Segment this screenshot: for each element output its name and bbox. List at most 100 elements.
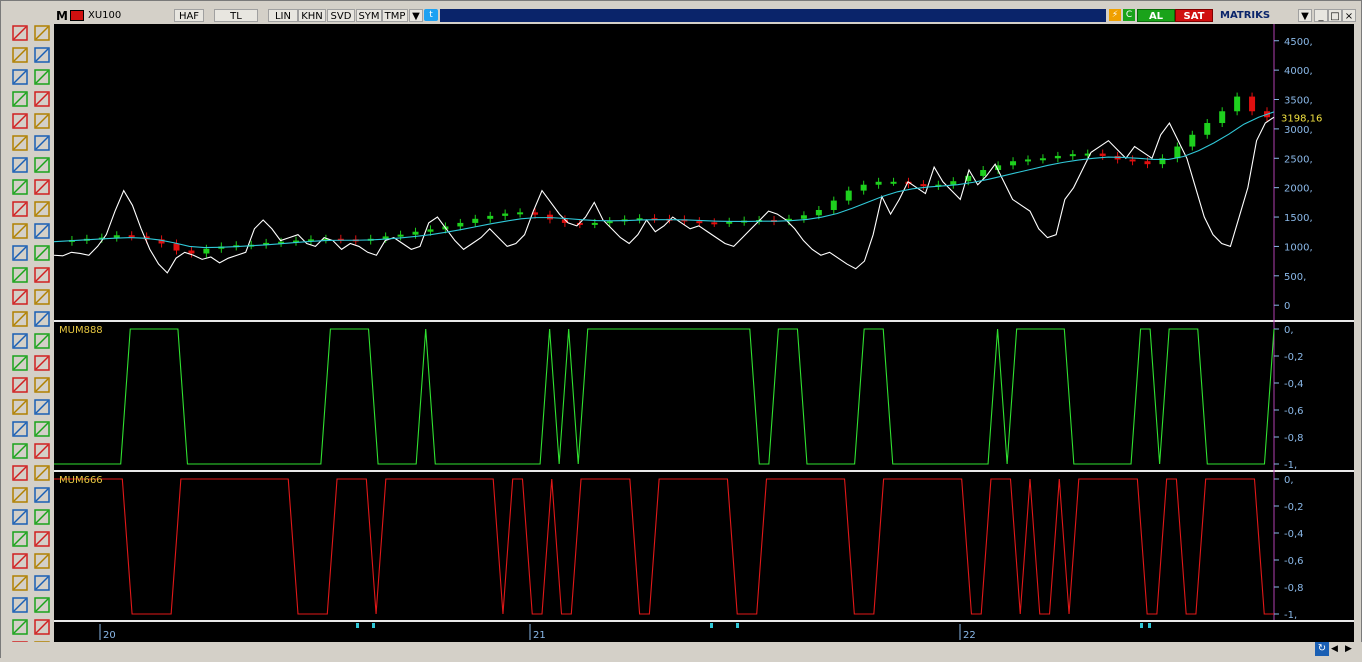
down-icon[interactable]: [11, 420, 29, 438]
fan-icon[interactable]: [33, 442, 51, 460]
candle: [1069, 154, 1076, 157]
zoom-fit-icon[interactable]: [11, 310, 29, 328]
candle: [502, 213, 509, 216]
btn-tmp[interactable]: TMP: [382, 9, 408, 22]
chart-area[interactable]: 4500, 4000, 3500, 3000, 2500, 2000, 1500, 1000,…: [53, 24, 1354, 642]
logo-m-icon: M: [56, 9, 68, 23]
arrow-icon[interactable]: [33, 156, 51, 174]
close-button[interactable]: ×: [1342, 9, 1356, 22]
y-tick-label: -0,8: [1284, 433, 1304, 444]
cursor-icon[interactable]: [33, 46, 51, 64]
left-arrow-icon[interactable]: [11, 354, 29, 372]
zoom-out-icon[interactable]: [11, 464, 29, 482]
grid-icon[interactable]: [33, 398, 51, 416]
cross-icon[interactable]: [11, 222, 29, 240]
btn-tl[interactable]: TL: [214, 9, 258, 22]
symbol-label[interactable]: XU100: [88, 9, 121, 23]
panel-separator: [54, 320, 1354, 322]
pitchfork-icon[interactable]: [33, 112, 51, 130]
buy-button[interactable]: AL: [1137, 9, 1175, 22]
horizontal-icon[interactable]: [33, 266, 51, 284]
btn-lin[interactable]: LIN: [268, 9, 298, 22]
grid2-icon[interactable]: [33, 420, 51, 438]
zoom-in-icon[interactable]: [11, 442, 29, 460]
magnet-icon[interactable]: [11, 530, 29, 548]
y-tick-label: -0,4: [1284, 379, 1304, 390]
blank3-icon[interactable]: [11, 596, 29, 614]
blank4-icon[interactable]: [11, 618, 29, 636]
blank2-icon[interactable]: [11, 574, 29, 592]
btn-haf[interactable]: HAF: [174, 9, 204, 22]
marker-icon[interactable]: [11, 178, 29, 196]
multiply-icon[interactable]: [11, 332, 29, 350]
candle: [457, 222, 464, 227]
y-tick-label: -0,6: [1284, 406, 1304, 417]
candle: [487, 215, 494, 219]
status-bar: ↻ ◀ ▶: [1, 642, 1362, 659]
candle: [1249, 96, 1256, 112]
crosshair-icon[interactable]: [33, 68, 51, 86]
dropdown-arrow-icon[interactable]: ▼: [409, 9, 423, 22]
bars-icon[interactable]: [11, 68, 29, 86]
flash-icon[interactable]: ⚡: [1109, 9, 1121, 21]
sell-button[interactable]: SAT: [1175, 9, 1213, 22]
brand-label: MATRIKS: [1220, 10, 1271, 21]
move-icon[interactable]: [33, 200, 51, 218]
text-icon[interactable]: [11, 156, 29, 174]
btn-khn[interactable]: KHN: [298, 9, 326, 22]
y-tick-label: -0,2: [1284, 502, 1304, 513]
chart-icon[interactable]: [11, 486, 29, 504]
pattern-icon[interactable]: [11, 24, 29, 42]
expand-icon[interactable]: [11, 244, 29, 262]
vertical-line-icon[interactable]: [33, 244, 51, 262]
lock-icon[interactable]: [33, 24, 51, 42]
candle: [696, 221, 703, 224]
candle: [472, 218, 479, 223]
list-icon[interactable]: [11, 46, 29, 64]
resize-icon[interactable]: [11, 266, 29, 284]
angle-icon[interactable]: [33, 596, 51, 614]
minimize-button[interactable]: _: [1314, 9, 1328, 22]
y-tick-label: 4500,: [1284, 37, 1313, 48]
grid4-icon[interactable]: [33, 530, 51, 548]
x-tick-label: 20: [103, 630, 116, 641]
up-icon[interactable]: [11, 398, 29, 416]
triangle-icon[interactable]: [11, 508, 29, 526]
bell-icon[interactable]: [11, 200, 29, 218]
hatch-icon[interactable]: [33, 354, 51, 372]
collapse-icon[interactable]: [11, 288, 29, 306]
refresh-icon[interactable]: C: [1123, 9, 1135, 21]
btn-svd[interactable]: SVD: [327, 9, 355, 22]
pencil-icon[interactable]: [33, 90, 51, 108]
trendline-icon[interactable]: [11, 90, 29, 108]
maximize-button[interactable]: □: [1328, 9, 1342, 22]
up-arrow-icon[interactable]: [33, 178, 51, 196]
y-tick-label: 3500,: [1284, 96, 1313, 107]
blank-icon[interactable]: [11, 552, 29, 570]
channel-icon[interactable]: [11, 134, 29, 152]
twitter-icon[interactable]: t: [424, 9, 438, 21]
minus-icon[interactable]: [33, 222, 51, 240]
candle: [591, 222, 598, 225]
fibonacci-icon[interactable]: [11, 112, 29, 130]
scroll-right-button[interactable]: ◀: [1331, 644, 1338, 654]
bracket-icon[interactable]: [33, 288, 51, 306]
ruler-icon[interactable]: [33, 134, 51, 152]
wave-icon[interactable]: [33, 552, 51, 570]
sync-icon[interactable]: ↻: [1315, 642, 1329, 656]
grid3-icon[interactable]: [33, 508, 51, 526]
dots-icon[interactable]: [33, 332, 51, 350]
wave2-icon[interactable]: [33, 574, 51, 592]
candle: [860, 184, 867, 191]
fan2-icon[interactable]: [33, 618, 51, 636]
y-tick-label: -0,8: [1284, 583, 1304, 594]
diagonal-icon[interactable]: [33, 310, 51, 328]
candle: [1039, 158, 1046, 161]
right-arrow-icon[interactable]: [11, 376, 29, 394]
columns-icon[interactable]: [33, 464, 51, 482]
window-dropdown-button[interactable]: ▼: [1298, 9, 1312, 22]
scroll-left-button[interactable]: ▶: [1345, 644, 1352, 654]
paint-icon[interactable]: [33, 376, 51, 394]
scissors-icon[interactable]: [33, 486, 51, 504]
btn-sym[interactable]: SYM: [356, 9, 382, 22]
